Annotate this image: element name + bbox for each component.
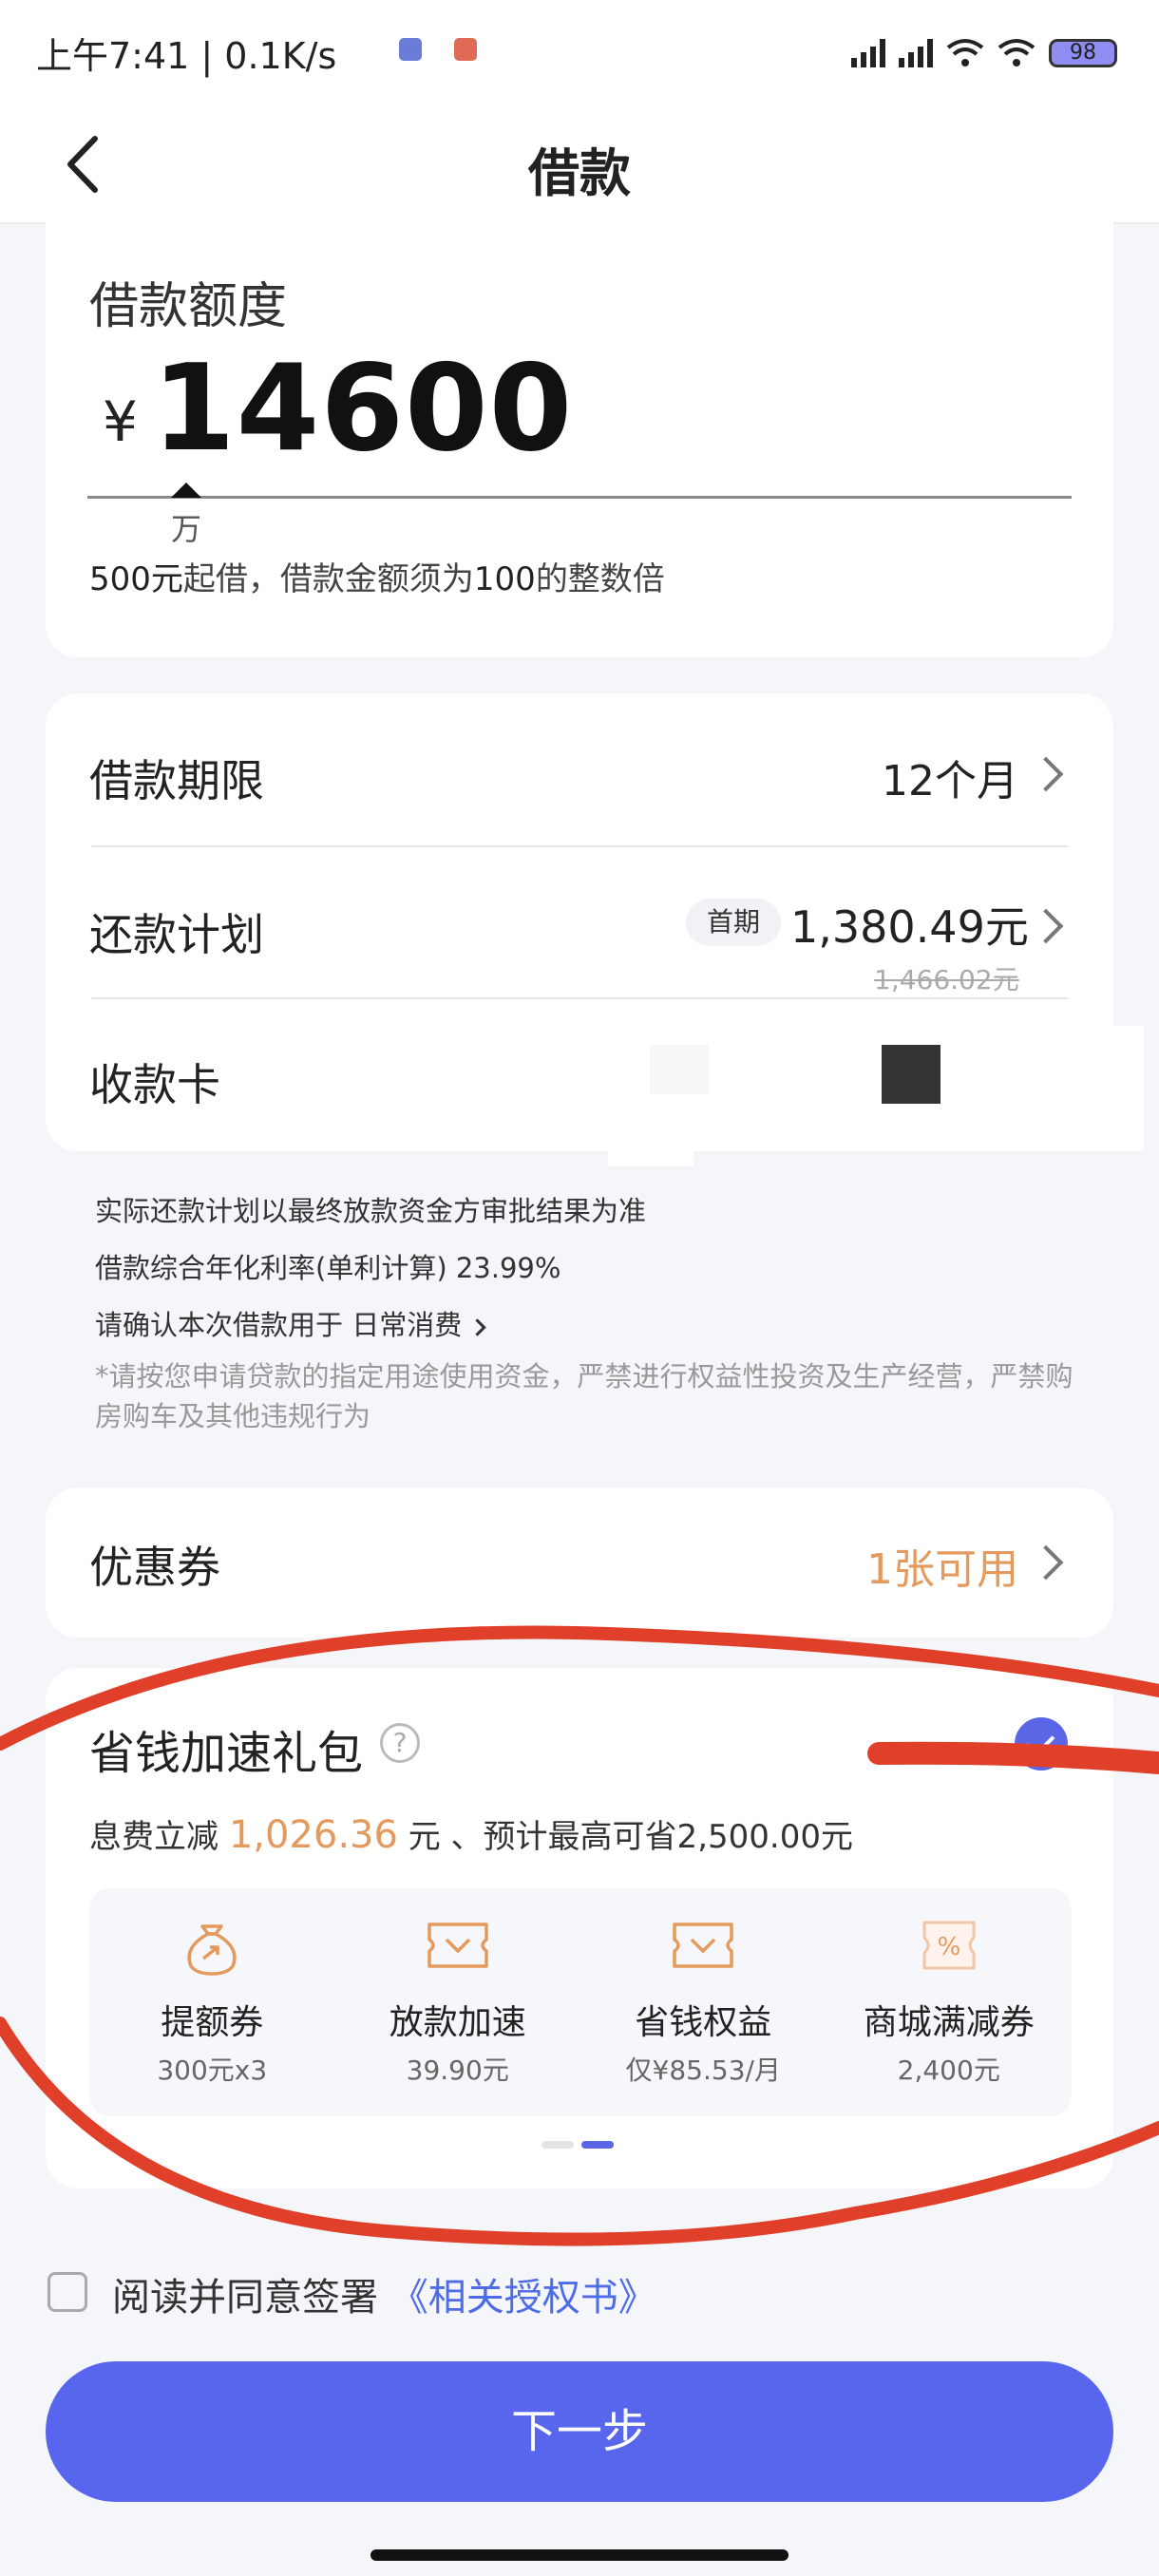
benefit-item[interactable]: 提额券 300元x3 <box>89 1888 335 2116</box>
rate-note: 借款综合年化利率(单利计算) 23.99% <box>95 1252 561 1284</box>
plan-note: 实际还款计划以最终放款资金方审批结果为准 <box>95 1195 647 1227</box>
receiving-card-label: 收款卡 <box>89 1059 220 1110</box>
loan-details-card: 借款期限 12个月 还款计划 首期 1,380.49元 1,466.02元 收款… <box>46 693 1144 1166</box>
benefit-price: 仅¥85.53/月 <box>625 2055 781 2086</box>
redaction-block <box>882 1045 940 1104</box>
agreement-checkbox[interactable] <box>48 2272 87 2312</box>
home-indicator <box>370 2549 788 2561</box>
unit-label: 万 <box>171 511 202 547</box>
coupon-row[interactable]: 优惠券 1张可用 <box>46 1487 1113 1638</box>
ticket-icon <box>673 1923 733 1968</box>
redaction-block <box>1077 1026 1144 1151</box>
usage-warning: *请按您申请贷款的指定用途使用资金，严禁进行权益性投资及生产经营，严禁购房购车及… <box>95 1360 1074 1432</box>
hint-text: 的整数倍 <box>535 560 665 598</box>
receiving-card-row[interactable]: 收款卡 <box>46 999 1113 1151</box>
svg-text:%: % <box>937 1933 960 1961</box>
app-notification-icon <box>454 38 477 61</box>
authorization-link[interactable]: 《相关授权书》 <box>390 2276 656 2320</box>
benefit-name: 商城满减券 <box>863 2003 1035 2042</box>
amount-input[interactable]: 14600 <box>152 338 573 478</box>
percent-coupon-icon: % <box>922 1921 976 1970</box>
package-description: 息费立减 1,026.36 元 、预计最高可省2,500.00元 <box>89 1810 853 1857</box>
term-label: 借款期限 <box>89 755 264 806</box>
currency-symbol: ¥ <box>103 389 138 454</box>
ticket-icon <box>428 1923 488 1968</box>
amount-label: 借款额度 <box>89 278 288 335</box>
chevron-right-icon <box>468 1317 486 1336</box>
battery-icon: 98 <box>1049 39 1117 67</box>
agreement-text: 阅读并同意签署 《相关授权书》 <box>112 2266 656 2321</box>
benefit-item[interactable]: 放款加速 39.90元 <box>335 1888 581 2116</box>
coupon-label: 优惠券 <box>89 1542 220 1593</box>
header: 借款 <box>0 104 1159 224</box>
first-period-badge: 首期 <box>686 899 781 946</box>
purpose-text: 请确认本次借款用于 日常消费 <box>95 1309 463 1341</box>
signal-icon <box>899 39 933 67</box>
unit-pointer-icon <box>171 483 201 498</box>
signal-icon <box>851 39 885 67</box>
benefit-item[interactable]: 省钱权益 仅¥85.53/月 <box>580 1888 826 2116</box>
hint-text: 起借，借款金额须为 <box>182 560 474 598</box>
original-payment-value: 1,466.02元 <box>874 964 1019 995</box>
benefit-price: 39.90元 <box>406 2055 509 2086</box>
redaction-block <box>608 1123 694 1166</box>
purpose-link[interactable]: 请确认本次借款用于 日常消费 <box>95 1303 486 1343</box>
benefit-item[interactable]: % 商城满减券 2,400元 <box>826 1888 1073 2116</box>
chevron-right-icon <box>1028 756 1064 792</box>
hint-min-amount: 500元 <box>89 560 183 598</box>
app-notification-icon <box>399 38 422 61</box>
status-bar: 上午7:41 | 0.1K/s 98 <box>0 0 1159 104</box>
hint-multiple: 100 <box>473 560 536 598</box>
benefit-name: 提额券 <box>161 2003 264 2042</box>
benefit-price: 300元x3 <box>157 2055 268 2086</box>
benefit-name: 省钱权益 <box>635 2003 772 2042</box>
carousel-indicator <box>542 2141 614 2149</box>
page-title: 借款 <box>528 143 631 203</box>
term-row[interactable]: 借款期限 12个月 <box>46 693 1113 845</box>
status-time: 上午7:41 | 0.1K/s <box>36 35 337 77</box>
term-value: 12个月 <box>882 757 1018 805</box>
loan-amount-card: 借款额度 ¥ 14600 万 500元起借，借款金额须为100的整数倍 <box>46 218 1113 657</box>
repayment-plan-label: 还款计划 <box>89 909 264 960</box>
wifi-icon <box>998 39 1036 66</box>
benefits-list: 提额券 300元x3 放款加速 39.90元 省钱权益 仅¥85.53/月 % <box>89 1888 1072 2116</box>
next-button[interactable]: 下一步 <box>46 2361 1113 2502</box>
benefit-name: 放款加速 <box>389 2003 526 2042</box>
package-checkbox[interactable] <box>1015 1717 1068 1771</box>
agreement-label: 阅读并同意签署 <box>112 2276 378 2320</box>
amount-underline <box>87 496 1072 499</box>
first-payment-value: 1,380.49元 <box>790 901 1029 953</box>
discount-amount: 1,026.36 <box>228 1813 398 1857</box>
benefit-price: 2,400元 <box>897 2055 1000 2086</box>
savings-package-card: 省钱加速礼包 ? 息费立减 1,026.36 元 、预计最高可省2,500.00… <box>46 1668 1113 2188</box>
wifi-icon <box>946 39 984 66</box>
desc-suffix: 元 、预计最高可省2,500.00元 <box>408 1818 853 1856</box>
coupon-available: 1张可用 <box>866 1545 1018 1594</box>
desc-prefix: 息费立减 <box>89 1818 218 1856</box>
money-bag-icon <box>187 1924 237 1976</box>
help-icon[interactable]: ? <box>380 1723 420 1763</box>
amount-hint: 500元起借，借款金额须为100的整数倍 <box>89 553 665 599</box>
status-icons: 98 <box>851 32 1117 74</box>
chevron-right-icon <box>1028 1544 1064 1581</box>
package-title: 省钱加速礼包 <box>89 1727 364 1780</box>
redaction-block <box>650 1045 709 1094</box>
